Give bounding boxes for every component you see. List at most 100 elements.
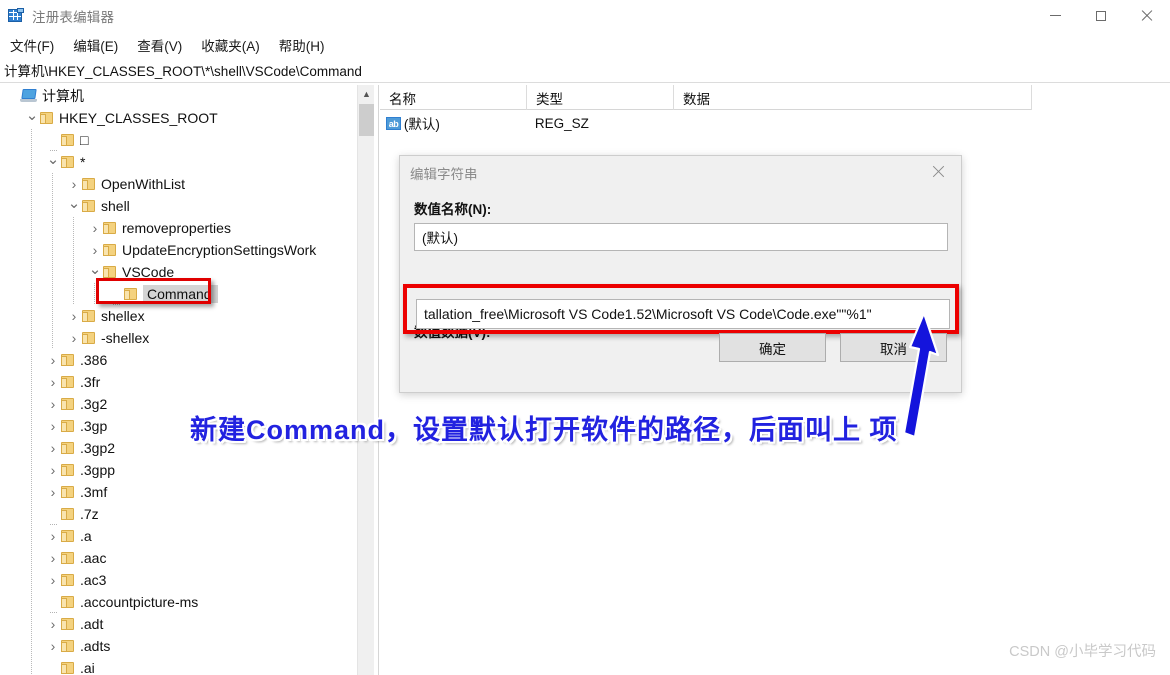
tree-scrollbar[interactable]: ▲	[357, 85, 374, 675]
minimize-icon	[1049, 15, 1061, 16]
tree-item--shellex[interactable]: › -shellex	[0, 327, 357, 349]
tree-guide-line	[31, 239, 32, 261]
tree-item-label: .3mf	[80, 484, 108, 500]
menu-help[interactable]: 帮助(H)	[270, 33, 334, 57]
chevron-right-icon[interactable]: ›	[88, 221, 102, 235]
list-item[interactable]: ab (默认) REG_SZ	[380, 112, 1032, 134]
column-header-data[interactable]: 数据	[674, 85, 1032, 110]
window-controls	[1032, 0, 1170, 31]
tree-item-ac3[interactable]: › .ac3	[0, 569, 357, 591]
folder-icon	[61, 552, 74, 564]
tree-item-3fr[interactable]: › .3fr	[0, 371, 357, 393]
tree-guide-line	[52, 305, 53, 327]
chevron-right-icon[interactable]: ›	[88, 243, 102, 257]
tree-item-updateencryptionsettingswork[interactable]: › UpdateEncryptionSettingsWork	[0, 239, 357, 261]
list-column-headers: 名称 类型 数据	[380, 85, 1032, 110]
chevron-right-icon[interactable]: ›	[67, 309, 81, 323]
tree-item-7z[interactable]: .7z	[0, 503, 357, 525]
chevron-right-icon[interactable]: ›	[46, 639, 60, 653]
tree-item-adts[interactable]: › .adts	[0, 635, 357, 657]
chevron-right-icon[interactable]: ›	[46, 617, 60, 631]
minimize-button[interactable]	[1032, 0, 1078, 31]
ok-button[interactable]: 确定	[719, 333, 826, 362]
menu-favorites[interactable]: 收藏夹(A)	[192, 33, 269, 57]
tree-item-vscode[interactable]: ⌄ VSCode	[0, 261, 357, 283]
tree-item-3mf[interactable]: › .3mf	[0, 481, 357, 503]
tree-item-a[interactable]: › .a	[0, 525, 357, 547]
dialog-close-button[interactable]	[916, 156, 961, 186]
value-name: (默认)	[403, 117, 440, 132]
tree-item-label: 计算机	[42, 88, 84, 104]
tree-item-386[interactable]: › .386	[0, 349, 357, 371]
tree-guide-line	[31, 305, 32, 327]
address-bar[interactable]: 计算机\HKEY_CLASSES_ROOT\*\shell\VSCode\Com…	[0, 58, 1170, 83]
chevron-down-icon[interactable]: ⌄	[46, 152, 60, 167]
tree-item-shellex[interactable]: › shellex	[0, 305, 357, 327]
tree-guide-line	[31, 481, 32, 503]
tree-item-accountpicture-ms[interactable]: .accountpicture-ms	[0, 591, 357, 613]
tree-item-[interactable]: □	[0, 129, 357, 151]
tree-item-label: .ac3	[80, 572, 107, 588]
menu-file[interactable]: 文件(F)	[1, 33, 63, 57]
menu-view[interactable]: 查看(V)	[128, 33, 191, 57]
value-data-input[interactable]: tallation_free\Microsoft VS Code1.52\Mic…	[416, 299, 950, 329]
scroll-up-icon[interactable]: ▲	[358, 85, 375, 102]
pane-divider[interactable]	[374, 85, 379, 675]
cancel-button[interactable]: 取消	[840, 333, 947, 362]
tree-item-label: .3gp	[80, 418, 108, 434]
value-name-input[interactable]: (默认)	[414, 223, 948, 251]
tree-guide-line	[52, 239, 53, 261]
tree-item-label: shellex	[101, 308, 145, 324]
chevron-right-icon[interactable]: ›	[46, 441, 60, 455]
folder-icon	[61, 464, 74, 476]
chevron-right-icon[interactable]: ›	[46, 573, 60, 587]
dialog-buttons: 确定 取消	[400, 333, 963, 362]
tree-item-command[interactable]: Command	[0, 283, 357, 305]
tree-guide-line	[31, 283, 32, 305]
chevron-right-icon[interactable]: ›	[46, 485, 60, 499]
folder-icon	[61, 156, 74, 168]
tree-item-label: .accountpicture-ms	[80, 594, 199, 610]
string-value-icon: ab	[386, 116, 401, 130]
tree-item-adt[interactable]: › .adt	[0, 613, 357, 635]
chevron-right-icon[interactable]: ›	[46, 375, 60, 389]
tree-item-3gpp[interactable]: › .3gpp	[0, 459, 357, 481]
tree-guide-line	[52, 261, 53, 283]
chevron-right-icon[interactable]: ›	[46, 419, 60, 433]
chevron-down-icon[interactable]: ⌄	[88, 262, 102, 277]
scrollbar-thumb[interactable]	[359, 104, 374, 136]
tree-item-shell[interactable]: ⌄ shell	[0, 195, 357, 217]
chevron-right-icon[interactable]: ›	[46, 529, 60, 543]
chevron-right-icon[interactable]: ›	[46, 463, 60, 477]
tree-item-label: Command	[143, 285, 218, 303]
chevron-down-icon[interactable]: ⌄	[25, 108, 39, 123]
menu-edit[interactable]: 编辑(E)	[64, 33, 127, 57]
tree-item-label: .3fr	[80, 374, 101, 390]
folder-icon	[61, 442, 74, 454]
column-header-type[interactable]: 类型	[527, 85, 674, 110]
tree-guide-line	[31, 613, 32, 635]
chevron-right-icon[interactable]: ›	[67, 177, 81, 191]
tree-item-[interactable]: ⌄ *	[0, 151, 357, 173]
tree-item-ai[interactable]: .ai	[0, 657, 357, 675]
tree-item-removeproperties[interactable]: › removeproperties	[0, 217, 357, 239]
chevron-right-icon[interactable]: ›	[46, 397, 60, 411]
chevron-right-icon[interactable]: ›	[67, 331, 81, 345]
chevron-down-icon[interactable]: ⌄	[67, 196, 81, 211]
tree-item-openwithlist[interactable]: › OpenWithList	[0, 173, 357, 195]
tree-item-aac[interactable]: › .aac	[0, 547, 357, 569]
dialog-title-bar: 编辑字符串	[400, 156, 961, 190]
tree-guide-line	[31, 217, 32, 239]
maximize-button[interactable]	[1078, 0, 1124, 31]
close-button[interactable]	[1124, 0, 1170, 31]
tree-item-[interactable]: 计算机	[0, 85, 357, 107]
chevron-right-icon[interactable]: ›	[46, 551, 60, 565]
tree-guide-line	[52, 217, 53, 239]
tree-item-hkey_classes_root[interactable]: ⌄ HKEY_CLASSES_ROOT	[0, 107, 357, 129]
column-header-name[interactable]: 名称	[380, 85, 527, 110]
registry-tree[interactable]: 计算机 ⌄ HKEY_CLASSES_ROOT □ ⌄ * › OpenWithList ⌄ sh…	[0, 85, 357, 675]
chevron-right-icon[interactable]: ›	[46, 353, 60, 367]
folder-icon	[61, 574, 74, 586]
folder-icon	[61, 134, 74, 146]
tree-guide-line	[31, 569, 32, 591]
